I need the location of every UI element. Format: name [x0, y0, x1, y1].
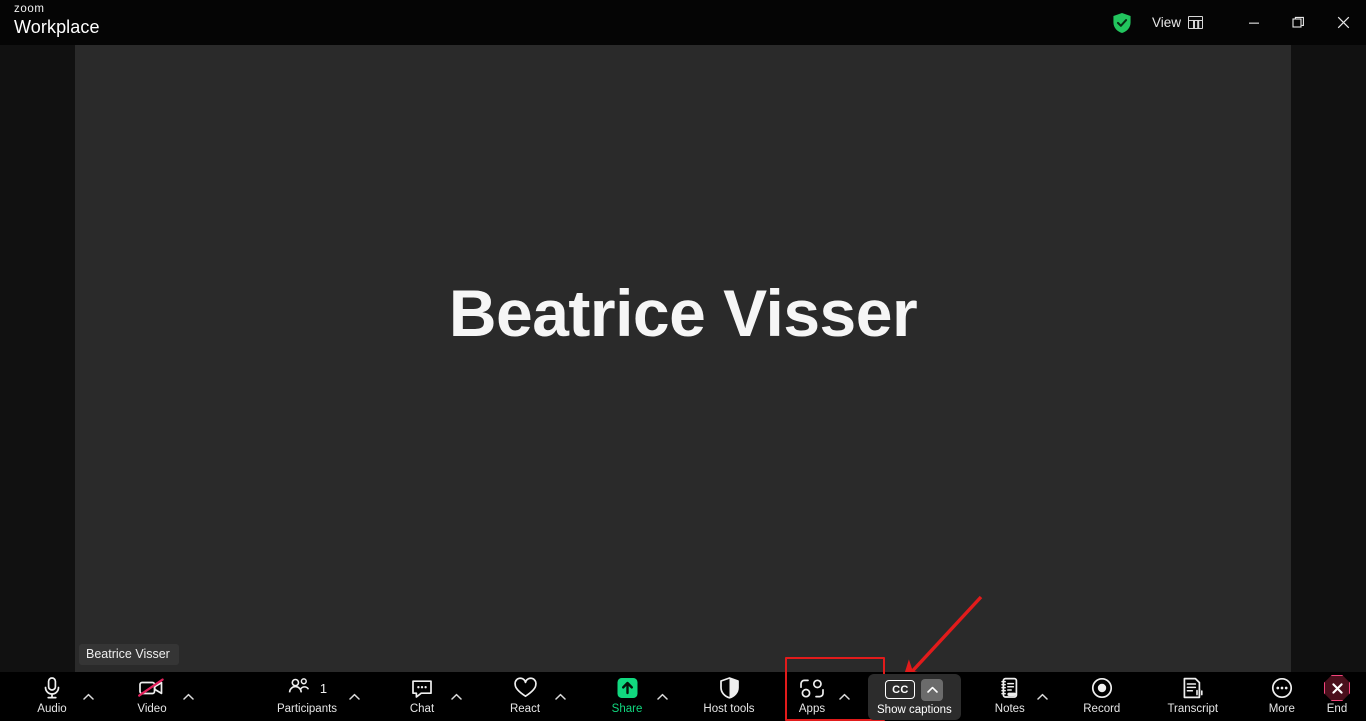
participants-icon: [288, 678, 309, 693]
toolbar-button-participants[interactable]: 1 Participants: [270, 672, 344, 721]
toolbar-button-show-captions[interactable]: CC Show captions: [868, 673, 961, 720]
meeting-stage: Beatrice Visser Beatrice Visser: [0, 45, 1366, 683]
toolbar-button-audio[interactable]: Audio: [26, 672, 78, 721]
chevron-up-icon: [82, 693, 94, 700]
toolbar-label-apps: Apps: [798, 703, 826, 715]
chevron-up-icon: [1037, 693, 1049, 700]
close-x-glyph: [1331, 682, 1343, 694]
transcript-icon: [1183, 677, 1203, 699]
maximize-button[interactable]: [1276, 0, 1321, 45]
toolbar-group-record: Record: [1075, 672, 1129, 721]
toolbar-caret-video[interactable]: [178, 682, 198, 712]
participant-name-badge: Beatrice Visser: [79, 644, 179, 665]
toolbar-button-video[interactable]: Video: [126, 672, 178, 721]
toolbar-button-chat[interactable]: Chat: [398, 672, 446, 721]
toolbar-label-share: Share: [611, 703, 643, 715]
zoom-workplace-logo: zoom Workplace: [14, 3, 100, 37]
toolbar-button-react[interactable]: React: [500, 672, 550, 721]
cc-icon: CC: [885, 680, 916, 699]
meeting-toolbar: Audio Video 1 Participants Chat React Sh…: [0, 672, 1366, 721]
toolbar-group-chat: Chat: [398, 672, 466, 721]
toolbar-label-notes: Notes: [994, 703, 1025, 715]
toolbar-caret-chat[interactable]: [446, 682, 466, 712]
toolbar-group-video: Video: [126, 672, 198, 721]
toolbar-label-audio: Audio: [37, 703, 67, 715]
toolbar-label-record: Record: [1083, 703, 1121, 715]
toolbar-group-share: Share: [602, 672, 672, 721]
toolbar-group-audio: Audio: [0, 672, 98, 721]
toolbar-button-record[interactable]: Record: [1075, 672, 1129, 721]
heart-icon: [513, 676, 537, 697]
chevron-up-icon: [927, 686, 938, 693]
chevron-up-icon: [838, 693, 850, 700]
participant-name-large: Beatrice Visser: [448, 276, 918, 350]
toolbar-label-more: More: [1268, 703, 1295, 715]
chevron-up-icon: [182, 693, 194, 700]
record-icon: [1091, 677, 1112, 699]
more-dots-icon: [1271, 677, 1292, 699]
notes-icon: [1001, 677, 1018, 698]
brand-workplace: Workplace: [14, 16, 100, 37]
toolbar-caret-audio[interactable]: [78, 682, 98, 712]
toolbar-group-captions: CC Show captions: [868, 672, 961, 721]
toolbar-caret-participants[interactable]: [344, 682, 364, 712]
toolbar-group-notes: Notes: [987, 672, 1053, 721]
toolbar-group-participants: 1 Participants: [270, 672, 364, 721]
toolbar-button-share[interactable]: Share: [602, 672, 652, 721]
grid-layout-icon: [1188, 16, 1203, 29]
minimize-icon: [1248, 22, 1259, 24]
toolbar-caret-react[interactable]: [550, 682, 570, 712]
apps-icon: [800, 678, 824, 698]
participants-count: 1: [319, 680, 328, 696]
title-bar-right-controls: View: [1112, 0, 1366, 45]
toolbar-label-participants: Participants: [276, 703, 338, 715]
toolbar-label-show-captions: Show captions: [877, 703, 952, 716]
toolbar-button-notes[interactable]: Notes: [987, 672, 1033, 721]
share-screen-icon: [617, 678, 637, 698]
shield-check-icon: [1113, 12, 1131, 33]
chevron-up-icon: [554, 693, 566, 700]
microphone-icon: [44, 677, 60, 699]
chat-bubble-icon: [412, 679, 432, 698]
toolbar-label-video: Video: [137, 703, 167, 715]
toolbar-group-react: React: [500, 672, 570, 721]
view-label: View: [1151, 15, 1181, 30]
toolbar-caret-notes[interactable]: [1033, 682, 1053, 712]
chevron-up-icon: [348, 693, 360, 700]
chevron-up-icon: [450, 693, 462, 700]
toolbar-label-host-tools: Host tools: [703, 703, 755, 715]
toolbar-group-end: End: [1314, 672, 1360, 721]
toolbar-label-react: React: [509, 703, 541, 715]
close-button[interactable]: [1321, 0, 1366, 45]
camera-off-icon: [138, 678, 164, 697]
close-icon: [1337, 16, 1350, 29]
toolbar-button-apps[interactable]: Apps: [790, 672, 834, 721]
toolbar-group-host-tools: Host tools: [694, 672, 764, 721]
toolbar-button-end[interactable]: End: [1314, 672, 1360, 721]
chevron-up-icon: [656, 693, 668, 700]
toolbar-button-host-tools[interactable]: Host tools: [694, 672, 764, 721]
brand-zoom: zoom: [14, 3, 45, 15]
zoom-meeting-window: zoom Workplace View Beatrice Visser Beat…: [0, 0, 1366, 721]
toolbar-label-chat: Chat: [409, 703, 435, 715]
toolbar-caret-apps[interactable]: [834, 682, 854, 712]
toolbar-button-transcript[interactable]: Transcript: [1157, 672, 1229, 721]
toolbar-group-more: More: [1259, 672, 1305, 721]
restore-window-icon: [1292, 16, 1304, 28]
toolbar-label-end: End: [1326, 703, 1348, 715]
shield-icon: [719, 677, 739, 699]
toolbar-group-transcript: Transcript: [1157, 672, 1229, 721]
end-call-icon: [1324, 675, 1350, 701]
toolbar-caret-share[interactable]: [652, 682, 672, 712]
view-layout-button[interactable]: View: [1152, 15, 1203, 30]
toolbar-group-apps: Apps: [790, 672, 854, 721]
toolbar-caret-captions[interactable]: [921, 678, 944, 701]
participant-video-tile[interactable]: Beatrice Visser Beatrice Visser: [75, 45, 1291, 672]
minimize-button[interactable]: [1231, 0, 1276, 45]
toolbar-button-more[interactable]: More: [1259, 672, 1305, 721]
security-status[interactable]: [1112, 12, 1132, 34]
toolbar-label-transcript: Transcript: [1167, 703, 1219, 715]
title-bar: zoom Workplace View: [0, 0, 1366, 45]
